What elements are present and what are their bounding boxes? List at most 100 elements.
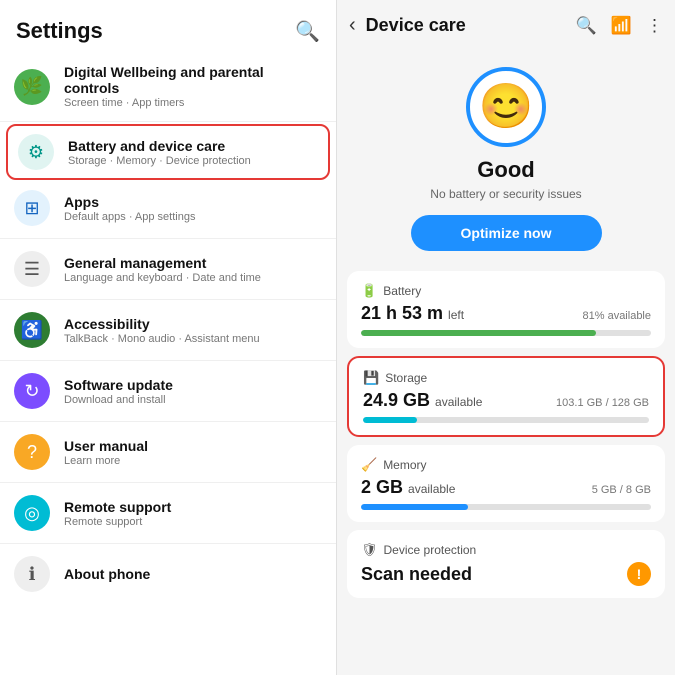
storage-main-row: 24.9 GB available 103.1 GB / 128 GB bbox=[363, 390, 649, 411]
user-manual-sub: Learn more bbox=[64, 455, 148, 467]
search-icon[interactable]: 🔍 bbox=[295, 19, 320, 44]
device-care-panel: ‹ Device care 🔍 📶 ⋮ 😊 Good No battery or… bbox=[337, 0, 675, 675]
software-update-sub: Download and install bbox=[64, 394, 173, 406]
card-memory[interactable]: 🧹 Memory 2 GB available 5 GB / 8 GB bbox=[347, 445, 665, 522]
battery-label: Battery bbox=[383, 284, 421, 298]
software-update-label: Software update bbox=[64, 377, 173, 393]
battery-device-care-label: Battery and device care bbox=[68, 138, 251, 154]
divider bbox=[0, 421, 336, 422]
battery-value: 21 h 53 m left bbox=[361, 303, 464, 324]
apps-text: AppsDefault apps · App settings bbox=[64, 194, 195, 223]
accessibility-icon: ♿ bbox=[14, 312, 50, 348]
status-subtitle: No battery or security issues bbox=[430, 187, 581, 201]
storage-header-row: 💾 Storage bbox=[363, 370, 649, 386]
digital-wellbeing-sub: Screen time · App timers bbox=[64, 97, 322, 109]
battery-device-care-text: Battery and device careStorage · Memory … bbox=[68, 138, 251, 167]
settings-title: Settings bbox=[16, 18, 103, 44]
general-management-text: General managementLanguage and keyboard … bbox=[64, 255, 261, 284]
settings-item-user-manual[interactable]: ? User manualLearn more bbox=[0, 424, 336, 480]
about-phone-label: About phone bbox=[64, 566, 150, 582]
accessibility-text: AccessibilityTalkBack · Mono audio · Ass… bbox=[64, 316, 260, 345]
back-button[interactable]: ‹ bbox=[349, 14, 356, 37]
digital-wellbeing-icon: 🌿 bbox=[14, 69, 50, 105]
about-phone-text: About phone bbox=[64, 566, 150, 582]
memory-main-row: 2 GB available 5 GB / 8 GB bbox=[361, 477, 651, 498]
device-care-header: ‹ Device care 🔍 📶 ⋮ bbox=[337, 0, 675, 47]
accessibility-label: Accessibility bbox=[64, 316, 260, 332]
memory-icon: 🧹 bbox=[361, 457, 377, 473]
user-manual-text: User manualLearn more bbox=[64, 438, 148, 467]
settings-item-about-phone[interactable]: ℹ About phone bbox=[0, 546, 336, 602]
settings-item-accessibility[interactable]: ♿ AccessibilityTalkBack · Mono audio · As… bbox=[0, 302, 336, 358]
optimize-button[interactable]: Optimize now bbox=[411, 215, 602, 251]
signal-icon: 📶 bbox=[611, 16, 632, 36]
divider bbox=[0, 482, 336, 483]
divider bbox=[0, 360, 336, 361]
settings-item-remote-support[interactable]: ◎Remote supportRemote support bbox=[0, 485, 336, 541]
settings-panel: Settings 🔍 🌿 Digital Wellbeing and parent… bbox=[0, 0, 337, 675]
digital-wellbeing-text: Digital Wellbeing and parental controlsS… bbox=[64, 64, 322, 109]
about-phone-icon: ℹ bbox=[14, 556, 50, 592]
divider bbox=[0, 238, 336, 239]
smiley-icon: 😊 bbox=[479, 85, 534, 129]
device-care-title: Device care bbox=[366, 15, 562, 36]
battery-progress-bar bbox=[361, 330, 651, 336]
storage-available: 103.1 GB / 128 GB bbox=[556, 397, 649, 409]
divider bbox=[0, 543, 336, 544]
storage-label: Storage bbox=[385, 371, 427, 385]
scan-needed-text: Scan needed bbox=[361, 564, 472, 585]
accessibility-sub: TalkBack · Mono audio · Assistant menu bbox=[64, 333, 260, 345]
scan-row: Scan needed! bbox=[361, 562, 651, 586]
memory-available: 5 GB / 8 GB bbox=[592, 484, 651, 496]
battery-main-row: 21 h 53 m left 81% available bbox=[361, 303, 651, 324]
user-manual-label: User manual bbox=[64, 438, 148, 454]
card-storage[interactable]: 💾 Storage 24.9 GB available 103.1 GB / 128 … bbox=[347, 356, 665, 437]
smiley-face-circle: 😊 bbox=[466, 67, 546, 147]
settings-item-software-update[interactable]: ↻ Software updateDownload and install bbox=[0, 363, 336, 419]
software-update-icon: ↻ bbox=[14, 373, 50, 409]
status-summary: 😊 Good No battery or security issues Opt… bbox=[337, 47, 675, 263]
battery-icon: 🔋 bbox=[361, 283, 377, 299]
battery-header-row: 🔋 Battery bbox=[361, 283, 651, 299]
device-protection-header-row: 🛡 Device protection bbox=[361, 542, 651, 558]
remote-support-sub: Remote support bbox=[64, 516, 171, 528]
divider bbox=[0, 299, 336, 300]
memory-progress-bar bbox=[361, 504, 651, 510]
device-care-cards: 🔋 Battery 21 h 53 m left 81% available 💾 Stor… bbox=[337, 263, 675, 675]
software-update-text: Software updateDownload and install bbox=[64, 377, 173, 406]
device-protection-icon: 🛡 bbox=[361, 542, 378, 558]
memory-progress-fill bbox=[361, 504, 468, 510]
apps-label: Apps bbox=[64, 194, 195, 210]
battery-progress-fill bbox=[361, 330, 596, 336]
card-battery[interactable]: 🔋 Battery 21 h 53 m left 81% available bbox=[347, 271, 665, 348]
storage-icon: 💾 bbox=[363, 370, 379, 386]
storage-progress-fill bbox=[363, 417, 417, 423]
more-icon[interactable]: ⋮ bbox=[646, 16, 663, 36]
storage-value: 24.9 GB available bbox=[363, 390, 482, 411]
settings-item-general-management[interactable]: ☰ General managementLanguage and keyboard… bbox=[0, 241, 336, 297]
warning-icon: ! bbox=[627, 562, 651, 586]
status-good: Good bbox=[477, 157, 534, 183]
user-manual-icon: ? bbox=[14, 434, 50, 470]
settings-item-apps[interactable]: ⊞ AppsDefault apps · App settings bbox=[0, 180, 336, 236]
general-management-label: General management bbox=[64, 255, 261, 271]
apps-sub: Default apps · App settings bbox=[64, 211, 195, 223]
memory-header-row: 🧹 Memory bbox=[361, 457, 651, 473]
header-search-icon[interactable]: 🔍 bbox=[576, 16, 597, 36]
digital-wellbeing-label: Digital Wellbeing and parental controls bbox=[64, 64, 322, 96]
storage-progress-bar bbox=[363, 417, 649, 423]
settings-header: Settings 🔍 bbox=[0, 0, 336, 54]
general-management-icon: ☰ bbox=[14, 251, 50, 287]
memory-label: Memory bbox=[383, 458, 426, 472]
settings-item-digital-wellbeing[interactable]: 🌿 Digital Wellbeing and parental controls… bbox=[0, 54, 336, 119]
general-management-sub: Language and keyboard · Date and time bbox=[64, 272, 261, 284]
device-protection-label: Device protection bbox=[384, 543, 477, 557]
battery-available: 81% available bbox=[583, 310, 652, 322]
settings-item-battery-device-care[interactable]: ⚙Battery and device careStorage · Memory… bbox=[6, 124, 330, 180]
battery-device-care-sub: Storage · Memory · Device protection bbox=[68, 155, 251, 167]
apps-icon: ⊞ bbox=[14, 190, 50, 226]
card-device-protection[interactable]: 🛡 Device protection Scan needed! bbox=[347, 530, 665, 598]
memory-value: 2 GB available bbox=[361, 477, 455, 498]
settings-list: 🌿 Digital Wellbeing and parental controls… bbox=[0, 54, 336, 602]
divider bbox=[0, 121, 336, 122]
